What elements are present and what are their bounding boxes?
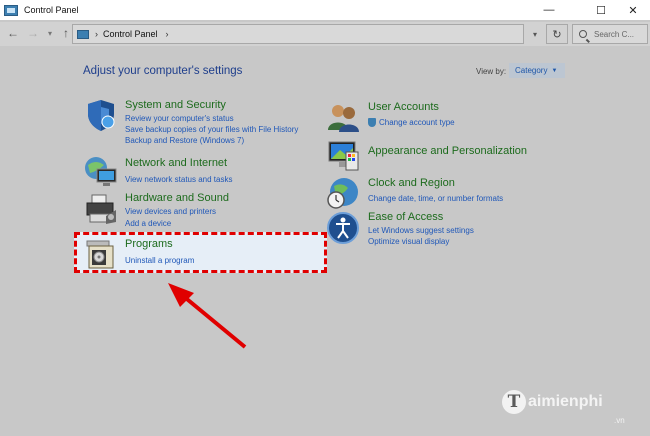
change-formats-link[interactable]: Change date, time, or number formats bbox=[368, 194, 503, 203]
back-button[interactable]: ← bbox=[5, 25, 21, 41]
printer-icon bbox=[86, 194, 116, 224]
close-button[interactable]: ✕ bbox=[616, 0, 650, 20]
page-heading: Adjust your computer's settings bbox=[83, 65, 243, 77]
view-by-value: Category bbox=[515, 66, 548, 75]
user-accounts-link[interactable]: User Accounts bbox=[368, 101, 439, 113]
appearance-icon bbox=[328, 141, 359, 171]
watermark-logo: T bbox=[502, 390, 526, 414]
watermark: T aimienphi .vn bbox=[502, 390, 625, 425]
backup-restore-link[interactable]: Backup and Restore (Windows 7) bbox=[125, 136, 244, 145]
recent-locations-button[interactable]: ▾ bbox=[42, 25, 58, 41]
ease-of-access-link[interactable]: Ease of Access bbox=[368, 211, 443, 223]
network-status-link[interactable]: View network status and tasks bbox=[125, 175, 232, 184]
breadcrumb-separator[interactable]: › bbox=[166, 29, 169, 39]
uninstall-program-link[interactable]: Uninstall a program bbox=[125, 256, 194, 265]
appearance-personalization-link[interactable]: Appearance and Personalization bbox=[368, 145, 527, 157]
breadcrumb-control-panel[interactable]: Control Panel bbox=[103, 29, 158, 39]
clock-region-link[interactable]: Clock and Region bbox=[368, 177, 455, 189]
refresh-button[interactable]: ↻ bbox=[546, 24, 568, 44]
view-by-label: View by: bbox=[476, 67, 507, 76]
uac-shield-icon bbox=[368, 118, 376, 128]
annotation-arrow bbox=[168, 283, 247, 349]
add-device-link[interactable]: Add a device bbox=[125, 219, 171, 228]
view-by-dropdown[interactable]: Category ▼ bbox=[509, 63, 565, 78]
address-bar[interactable]: › Control Panel › bbox=[72, 24, 524, 44]
watermark-domain: .vn bbox=[614, 416, 625, 425]
hardware-sound-link[interactable]: Hardware and Sound bbox=[125, 192, 229, 204]
optimize-display-link[interactable]: Optimize visual display bbox=[368, 237, 449, 246]
devices-printers-link[interactable]: View devices and printers bbox=[125, 207, 216, 216]
control-panel-icon bbox=[4, 4, 18, 16]
address-dropdown-button[interactable]: ▾ bbox=[528, 26, 542, 42]
review-status-link[interactable]: Review your computer's status bbox=[125, 114, 234, 123]
search-icon bbox=[579, 30, 587, 38]
shield-icon bbox=[88, 100, 115, 131]
search-input[interactable]: Search C... bbox=[572, 24, 648, 44]
file-history-link[interactable]: Save backup copies of your files with Fi… bbox=[125, 125, 298, 134]
control-panel-icon bbox=[77, 29, 89, 39]
change-account-type-link[interactable]: Change account type bbox=[368, 118, 455, 128]
network-internet-link[interactable]: Network and Internet bbox=[125, 157, 227, 169]
ease-of-access-icon bbox=[327, 212, 359, 244]
navigation-bar: ← → ▾ ↑ › Control Panel › ▾ ↻ Search C..… bbox=[0, 22, 650, 46]
change-account-type-label: Change account type bbox=[379, 118, 455, 127]
clock-globe-icon bbox=[327, 178, 358, 209]
system-security-link[interactable]: System and Security bbox=[125, 99, 226, 111]
programs-icon bbox=[86, 240, 114, 269]
forward-button[interactable]: → bbox=[25, 25, 41, 41]
watermark-name: aimienphi bbox=[528, 393, 603, 410]
maximize-button[interactable]: ☐ bbox=[584, 0, 618, 20]
breadcrumb-separator[interactable]: › bbox=[95, 29, 98, 39]
network-icon bbox=[85, 157, 117, 186]
title-bar: Control Panel — ☐ ✕ bbox=[0, 0, 650, 20]
suggest-settings-link[interactable]: Let Windows suggest settings bbox=[368, 226, 474, 235]
chevron-down-icon: ▼ bbox=[551, 67, 558, 74]
window-title: Control Panel bbox=[24, 5, 79, 15]
search-placeholder: Search C... bbox=[594, 29, 635, 39]
minimize-button[interactable]: — bbox=[532, 0, 566, 20]
programs-link[interactable]: Programs bbox=[125, 238, 173, 250]
users-icon bbox=[328, 105, 359, 132]
